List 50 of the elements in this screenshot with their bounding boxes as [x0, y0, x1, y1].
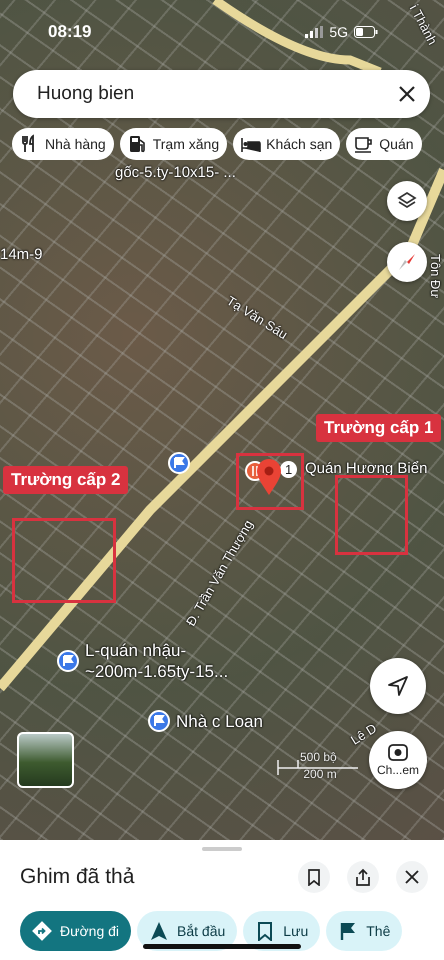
status-time: 08:19 [48, 22, 92, 42]
annotation-label: Trường cấp 2 [3, 466, 128, 494]
share-button[interactable] [347, 861, 379, 893]
street-label: Tạ Văn Sáu [224, 293, 290, 342]
close-button[interactable] [396, 861, 428, 893]
close-icon [403, 868, 421, 886]
action-button[interactable]: Lưu [243, 911, 320, 951]
navigation-arrow-icon [149, 921, 170, 941]
street-label: Tôn Đư [428, 254, 443, 298]
action-button[interactable]: Đường đi [20, 911, 132, 951]
my-location-button[interactable] [370, 658, 426, 714]
map-place-label[interactable]: Nhà c Loan [176, 710, 263, 732]
map-place-label[interactable]: L-quán nhậu-~200m-1.65ty-15... [85, 640, 235, 682]
category-chip[interactable]: Khách sạn [233, 128, 340, 160]
saved-place-pin-icon [168, 452, 190, 474]
street-label: i Thành [406, 2, 440, 48]
category-chip[interactable]: Trạm xăng [120, 128, 228, 160]
map-place-label: gốc-5.ty-10x15- ... [115, 164, 236, 181]
marked-area [236, 453, 304, 510]
action-button[interactable]: Thê [326, 911, 402, 951]
battery-icon [354, 26, 378, 38]
save-button[interactable] [298, 861, 330, 893]
map-place-label: Quán Hương Biển [305, 460, 428, 477]
fuel-pump-icon [128, 134, 148, 154]
scale-label: 500 bộ [300, 750, 337, 764]
drag-handle[interactable] [202, 847, 242, 851]
annotation-label: Trường cấp 1 [316, 414, 442, 442]
share-icon [354, 868, 372, 886]
dropped-pin-icon [256, 458, 282, 496]
sheet-title: Ghim đã thả [20, 865, 136, 889]
clear-button[interactable] [398, 85, 416, 103]
scale-label: 200 m [303, 767, 337, 781]
saved-place-pin-icon [148, 710, 170, 732]
saved-place-pin-icon [57, 650, 79, 672]
category-chip[interactable]: Nhà hàng [12, 128, 114, 160]
compass-button[interactable] [387, 242, 427, 282]
layers-icon [397, 191, 417, 211]
camera-icon [388, 743, 408, 761]
cup-icon [354, 134, 374, 154]
category-chip[interactable]: Quán [346, 128, 422, 160]
navigation-arrow-icon [387, 675, 409, 697]
signal-icon [305, 26, 324, 38]
bookmark-icon [305, 868, 323, 886]
search-field[interactable]: Huong bien [13, 70, 430, 118]
map-place-label: 14m-9 [0, 246, 43, 263]
count-badge: 1 [280, 461, 298, 478]
layers-button[interactable] [387, 181, 427, 221]
network-label: 5G [329, 24, 348, 40]
close-icon [398, 85, 416, 103]
street-view-thumbnail[interactable] [17, 732, 74, 788]
